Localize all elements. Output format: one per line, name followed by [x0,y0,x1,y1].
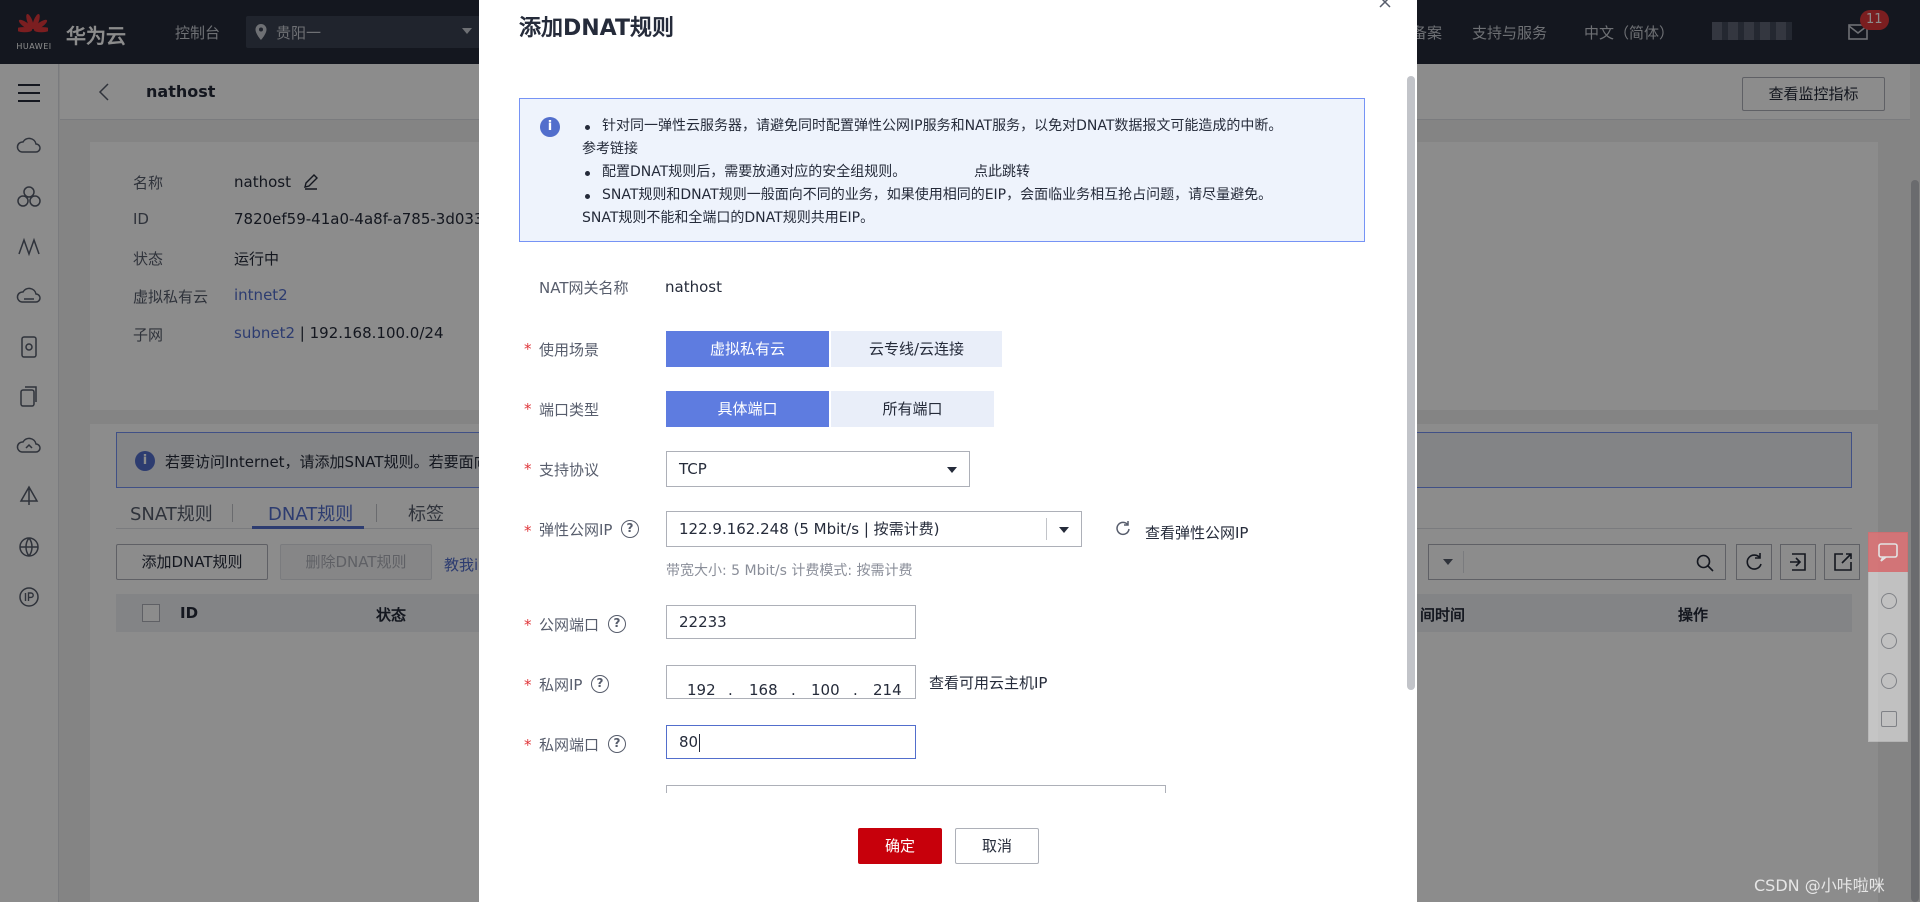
protocol-selected-value: TCP [679,460,707,478]
view-available-ip-link[interactable]: 查看可用云主机IP [929,672,1047,693]
notice-line-3: SNAT规则和DNAT规则一般面向不同的业务，如果使用相同的EIP，会面临业务相… [602,187,1273,203]
scenario-direct-connect-option[interactable]: 云专线/云连接 [831,331,1002,367]
private-port-input[interactable]: 80 [666,725,916,759]
ip-dot: . [853,681,858,699]
view-eip-link[interactable]: 查看弹性公网IP [1145,522,1248,543]
private-ip-label: 私网IP [539,676,583,694]
protocol-select[interactable]: TCP [666,451,970,487]
required-marker: * [524,400,532,418]
required-marker: * [524,522,532,540]
private-ip-input[interactable]: 192 . 168 . 100 . 214 [666,665,916,699]
eip-select[interactable]: 122.9.162.248 (5 Mbit/s | 按需计费) [666,511,1082,547]
help-icon[interactable]: ? [608,735,626,753]
required-marker: * [524,340,532,358]
notice-line-4: SNAT规则不能和全端口的DNAT规则共用EIP。 [582,210,875,226]
scenario-vpc-option[interactable]: 虚拟私有云 [666,331,829,367]
help-icon[interactable]: ? [621,520,639,538]
port-type-all-option[interactable]: 所有端口 [831,391,994,427]
private-port-label: 私网端口 [539,736,600,754]
required-marker: * [524,676,532,694]
chevron-down-icon [947,467,957,473]
chat-icon [1878,543,1898,562]
eip-selected-value: 122.9.162.248 (5 Mbit/s | 按需计费) [679,520,940,538]
bullet-dot [585,125,590,130]
public-port-label: 公网端口 [539,616,600,634]
confirm-button[interactable]: 确定 [858,828,942,864]
chat-button[interactable] [1868,532,1908,572]
dnat-notice: i 针对同一弹性云服务器，请避免同时配置弹性公网IP服务和NAT服务，以免对DN… [519,98,1365,242]
headset-icon[interactable] [1881,633,1897,649]
notice-line-1: 针对同一弹性云服务器，请避免同时配置弹性公网IP服务和NAT服务，以免对DNAT… [602,118,1283,134]
help-icon[interactable]: ? [608,615,626,633]
feedback-icon[interactable] [1881,711,1897,727]
info-icon: i [540,117,560,137]
dialog-title: 添加DNAT规则 [519,16,674,41]
gateway-name-label: NAT网关名称 [539,279,629,297]
chevron-down-icon [1059,527,1069,533]
watermark: CSDN @小咔啦咪 [1754,876,1885,895]
security-group-link[interactable]: 点此跳转 [974,161,1030,181]
public-port-input[interactable]: 22233 [666,605,916,639]
eip-label: 弹性公网IP [539,521,613,539]
port-type-label: 端口类型 [539,401,600,419]
ip-dot: . [728,681,733,699]
smile-icon[interactable] [1881,593,1897,609]
refresh-icon[interactable] [1115,520,1131,536]
scenario-label: 使用场景 [539,341,600,359]
port-type-specific-option[interactable]: 具体端口 [666,391,829,427]
bullet-dot [585,171,590,176]
cancel-button[interactable]: 取消 [955,828,1039,864]
reference-link[interactable]: 参考链接 [582,138,638,158]
select-divider [1046,518,1047,540]
bullet-dot [585,194,590,199]
dialog-scrollbar[interactable] [1407,76,1415,690]
text-cursor [699,733,701,752]
description-field-partial[interactable] [666,785,1166,793]
ip-dot: . [791,681,796,699]
ip-octet-4[interactable]: 214 [873,674,902,706]
private-port-value: 80 [679,733,699,751]
notice-line-2: 配置DNAT规则后，需要放通对应的安全组规则。 [602,164,907,180]
close-icon[interactable] [1377,0,1393,10]
ip-octet-3[interactable]: 100 [811,674,840,706]
required-marker: * [524,736,532,754]
required-marker: * [524,616,532,634]
add-dnat-rule-dialog: 添加DNAT规则 i 针对同一弹性云服务器，请避免同时配置弹性公网IP服务和NA… [479,0,1417,902]
help-icon[interactable]: ? [591,675,609,693]
gateway-name-value: nathost [665,278,722,296]
eip-details-hint: 带宽大小: 5 Mbit/s 计费模式: 按需计费 [666,563,913,579]
ip-octet-1[interactable]: 192 [687,674,716,706]
help-icon[interactable] [1881,673,1897,689]
protocol-label: 支持协议 [539,461,600,479]
ip-octet-2[interactable]: 168 [749,674,778,706]
required-marker: * [524,460,532,478]
